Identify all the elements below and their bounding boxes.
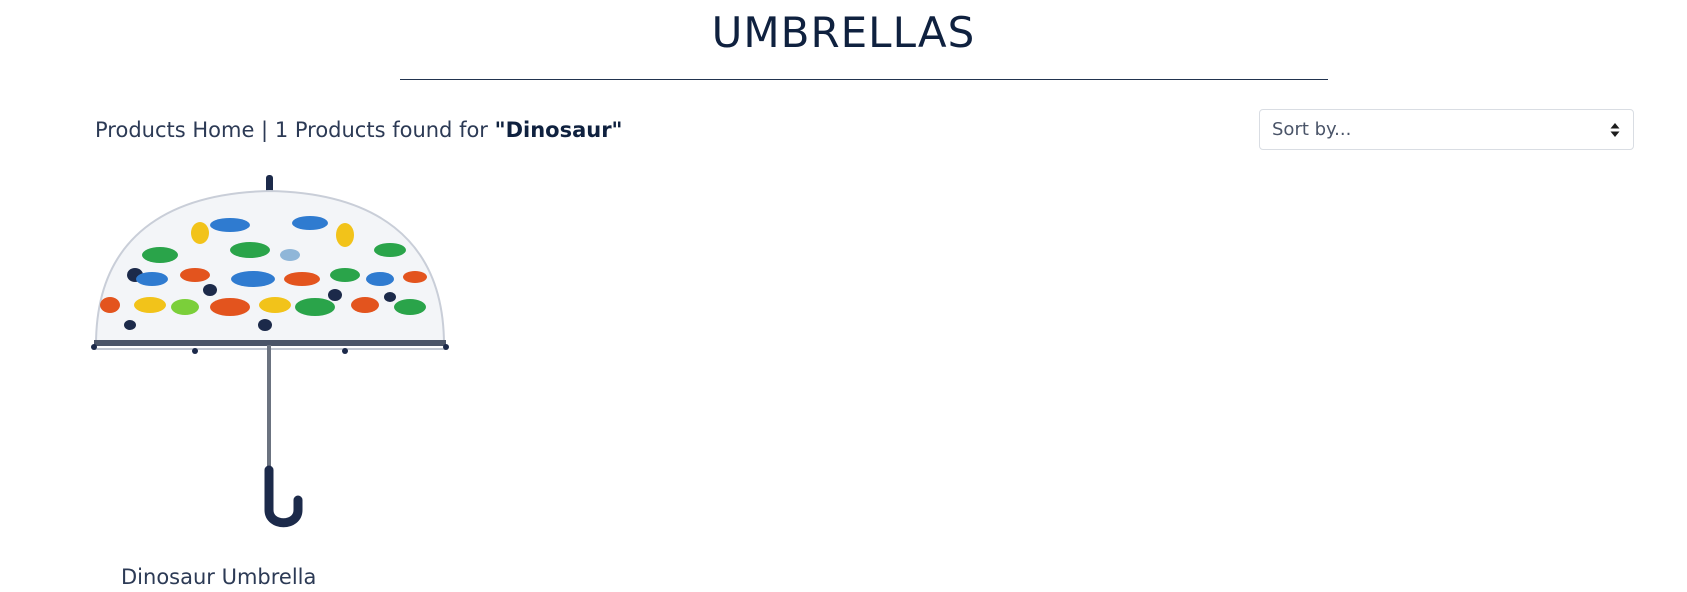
dinosaur-umbrella-image[interactable]: [90, 175, 450, 535]
page-title: UMBRELLAS: [711, 8, 976, 57]
search-query: "Dinosaur": [494, 118, 623, 142]
results-count: 1 Products found for: [274, 118, 495, 142]
product-name[interactable]: Dinosaur Umbrella: [121, 562, 316, 592]
title-divider: [400, 79, 1328, 80]
sort-arrows-icon: [1610, 123, 1620, 137]
results-summary: Products Home | 1 Products found for "Di…: [95, 115, 623, 145]
sort-select-value: Sort by...: [1272, 119, 1352, 140]
breadcrumb-separator: |: [254, 118, 275, 142]
sort-select[interactable]: Sort by...: [1259, 109, 1634, 150]
products-home-link[interactable]: Products Home: [95, 118, 254, 142]
product-card[interactable]: Dinosaur Umbrella: [90, 175, 450, 591]
